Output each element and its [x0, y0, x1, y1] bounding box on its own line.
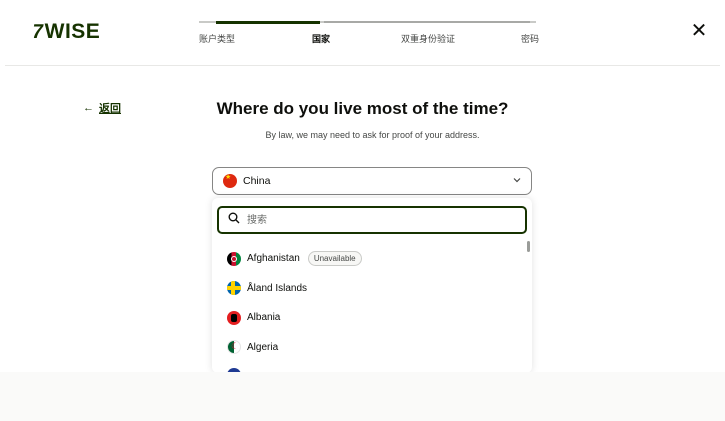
country-select[interactable]: China [212, 167, 532, 195]
unavailable-badge: Unavailable [307, 251, 362, 267]
wise-logo-text: WISE [44, 20, 101, 43]
page-title: Where do you live most of the time? [216, 99, 509, 118]
step-password: 密码 [521, 34, 540, 44]
progress-bar-filled [216, 21, 320, 24]
step-country: 国家 [312, 34, 331, 44]
aland-islands-flag-icon [227, 281, 241, 296]
step-account-type: 账户类型 [199, 34, 236, 44]
close-icon[interactable]: ✕ [690, 21, 708, 41]
china-flag-icon [223, 174, 237, 188]
country-option-afghanistan[interactable]: Afghanistan Unavailable [212, 244, 524, 274]
page-bottom-area [0, 372, 725, 421]
country-name: Algeria [247, 341, 279, 353]
country-name: Afghanistan [247, 253, 300, 265]
wise-logo[interactable]: 7 WISE [30, 20, 101, 44]
country-option-aland-islands[interactable]: Åland Islands [212, 274, 524, 304]
search-input[interactable] [245, 213, 509, 227]
dropdown-scrollbar[interactable] [526, 238, 531, 373]
afghanistan-flag-icon [227, 251, 241, 266]
wise-logo-mark: 7 [30, 20, 46, 43]
page-subtitle: By law, we may need to ask for proof of … [265, 130, 480, 140]
header-divider [5, 65, 720, 66]
search-field[interactable] [217, 206, 527, 234]
chevron-down-icon [512, 175, 522, 187]
search-icon [228, 211, 240, 229]
country-list: Afghanistan Unavailable Åland Islands Al… [212, 244, 524, 362]
progress-bar-remaining [324, 21, 530, 23]
country-dropdown: Afghanistan Unavailable Åland Islands Al… [212, 198, 532, 373]
country-name: Albania [247, 312, 281, 324]
step-two-factor: 双重身份验证 [401, 34, 456, 44]
country-option-algeria[interactable]: Algeria [212, 333, 524, 363]
country-option-albania[interactable]: Albania [212, 303, 524, 333]
algeria-flag-icon [227, 340, 241, 355]
country-name: Åland Islands [247, 282, 308, 294]
scrollbar-thumb[interactable] [527, 241, 530, 252]
albania-flag-icon [227, 310, 241, 325]
country-select-value: China [243, 175, 271, 187]
